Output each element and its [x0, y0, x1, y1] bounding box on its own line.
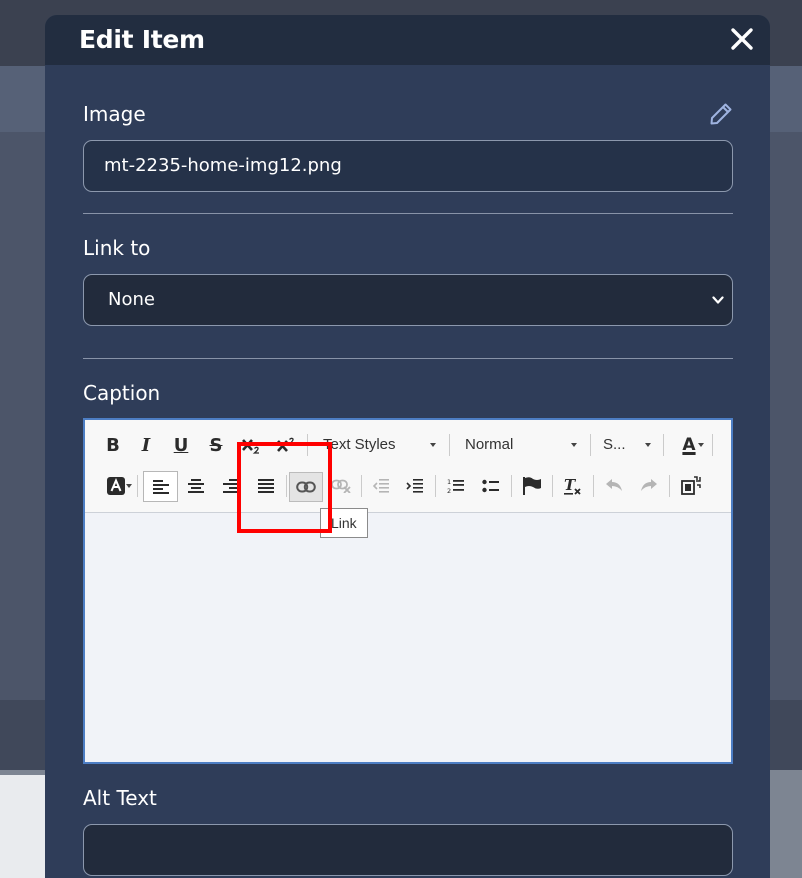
toolbar-separator — [712, 434, 713, 456]
format-label: Normal — [465, 436, 514, 453]
subscript-button[interactable] — [237, 430, 265, 460]
alt-text-input[interactable] — [83, 824, 733, 876]
toolbar-separator — [361, 475, 362, 497]
divider — [83, 358, 733, 359]
toolbar-separator — [552, 475, 553, 497]
edit-image-button[interactable] — [708, 101, 734, 127]
text-styles-dropdown[interactable]: Text Styles — [323, 430, 443, 460]
align-right-icon — [223, 479, 239, 493]
decrease-indent-button[interactable] — [367, 471, 395, 501]
align-center-button[interactable] — [182, 471, 210, 501]
background-color-button[interactable] — [99, 471, 133, 501]
close-icon — [731, 28, 753, 50]
caret-down-icon — [645, 443, 651, 447]
italic-button[interactable]: I — [132, 430, 160, 460]
pencil-icon — [710, 103, 732, 125]
redo-icon — [641, 479, 657, 491]
caret-down-icon — [571, 443, 577, 447]
link-to-selected-value: None — [108, 289, 155, 310]
toolbar-separator — [511, 475, 512, 497]
outdent-icon — [372, 479, 389, 493]
divider — [83, 213, 733, 214]
undo-button[interactable] — [600, 471, 628, 501]
bold-button[interactable]: B — [99, 430, 127, 460]
link-to-select[interactable]: None — [83, 274, 733, 326]
caret-down-icon — [698, 443, 704, 447]
align-left-button[interactable] — [143, 471, 178, 502]
subscript-icon — [242, 439, 259, 454]
align-right-button[interactable] — [217, 471, 245, 501]
toolbar-separator — [449, 434, 450, 456]
format-dropdown[interactable]: Normal — [465, 430, 583, 460]
toolbar-separator — [593, 475, 594, 497]
clear-format-icon: T — [564, 476, 581, 495]
unlink-icon — [331, 479, 351, 493]
edit-item-modal: Edit Item Image mt-2235-home-img12.png L… — [45, 15, 770, 878]
bulleted-list-icon — [482, 479, 499, 493]
link-to-label: Link to — [83, 236, 151, 260]
toolbar-separator — [669, 475, 670, 497]
link-tooltip: Link — [320, 508, 368, 538]
caret-down-icon — [430, 443, 436, 447]
alt-text-label: Alt Text — [83, 786, 157, 810]
toolbar-separator — [435, 475, 436, 497]
image-filename-input[interactable]: mt-2235-home-img12.png — [83, 140, 733, 192]
justify-button[interactable] — [252, 471, 280, 501]
chevron-down-icon — [712, 296, 724, 304]
toolbar-separator — [590, 434, 591, 456]
anchor-button[interactable] — [518, 471, 546, 501]
text-styles-label: Text Styles — [323, 436, 396, 453]
remove-format-button[interactable]: T — [559, 471, 587, 501]
flag-icon — [523, 477, 541, 495]
text-color-button[interactable]: A — [671, 430, 707, 460]
link-button[interactable] — [289, 472, 323, 502]
link-icon — [296, 481, 316, 493]
strikethrough-icon: S — [209, 434, 223, 456]
bulleted-list-button[interactable] — [477, 471, 505, 501]
toolbar-separator — [307, 434, 308, 456]
editor-toolbar: B I U S Text Styles Normal S... A 1 2 T — [85, 420, 731, 513]
bold-icon: B — [106, 434, 120, 456]
image-label: Image — [83, 102, 146, 126]
caret-down-icon — [126, 484, 132, 488]
svg-text:1: 1 — [447, 478, 451, 486]
svg-text:T: T — [564, 476, 577, 494]
increase-indent-button[interactable] — [401, 471, 429, 501]
toolbar-separator — [286, 475, 287, 497]
superscript-button[interactable] — [272, 430, 300, 460]
undo-icon — [606, 479, 622, 491]
redo-button[interactable] — [635, 471, 663, 501]
indent-icon — [406, 479, 423, 493]
toolbar-separator — [663, 434, 664, 456]
modal-title: Edit Item — [79, 25, 205, 54]
underline-button[interactable]: U — [167, 430, 195, 460]
unlink-button[interactable] — [327, 471, 355, 501]
align-left-icon — [152, 479, 169, 494]
font-size-dropdown[interactable]: S... — [603, 430, 653, 460]
font-size-label: S... — [603, 436, 626, 453]
close-button[interactable] — [728, 25, 756, 53]
text-color-icon: A — [682, 435, 696, 455]
source-button[interactable] — [677, 471, 705, 501]
caption-label: Caption — [83, 381, 161, 405]
toolbar-separator — [137, 475, 138, 497]
numbered-list-icon: 1 2 — [447, 478, 464, 495]
align-center-icon — [188, 479, 204, 493]
svg-text:2: 2 — [447, 487, 451, 495]
italic-icon: I — [141, 434, 151, 456]
justify-icon — [258, 479, 274, 493]
modal-header: Edit Item — [45, 15, 770, 65]
caption-rich-text-editor[interactable]: B I U S Text Styles Normal S... A 1 2 T … — [83, 418, 733, 764]
superscript-icon — [277, 437, 294, 452]
underline-icon: U — [173, 434, 189, 456]
strikethrough-button[interactable]: S — [202, 430, 230, 460]
numbered-list-button[interactable]: 1 2 — [442, 471, 470, 501]
source-code-icon — [681, 476, 701, 495]
background-color-icon — [107, 477, 125, 495]
